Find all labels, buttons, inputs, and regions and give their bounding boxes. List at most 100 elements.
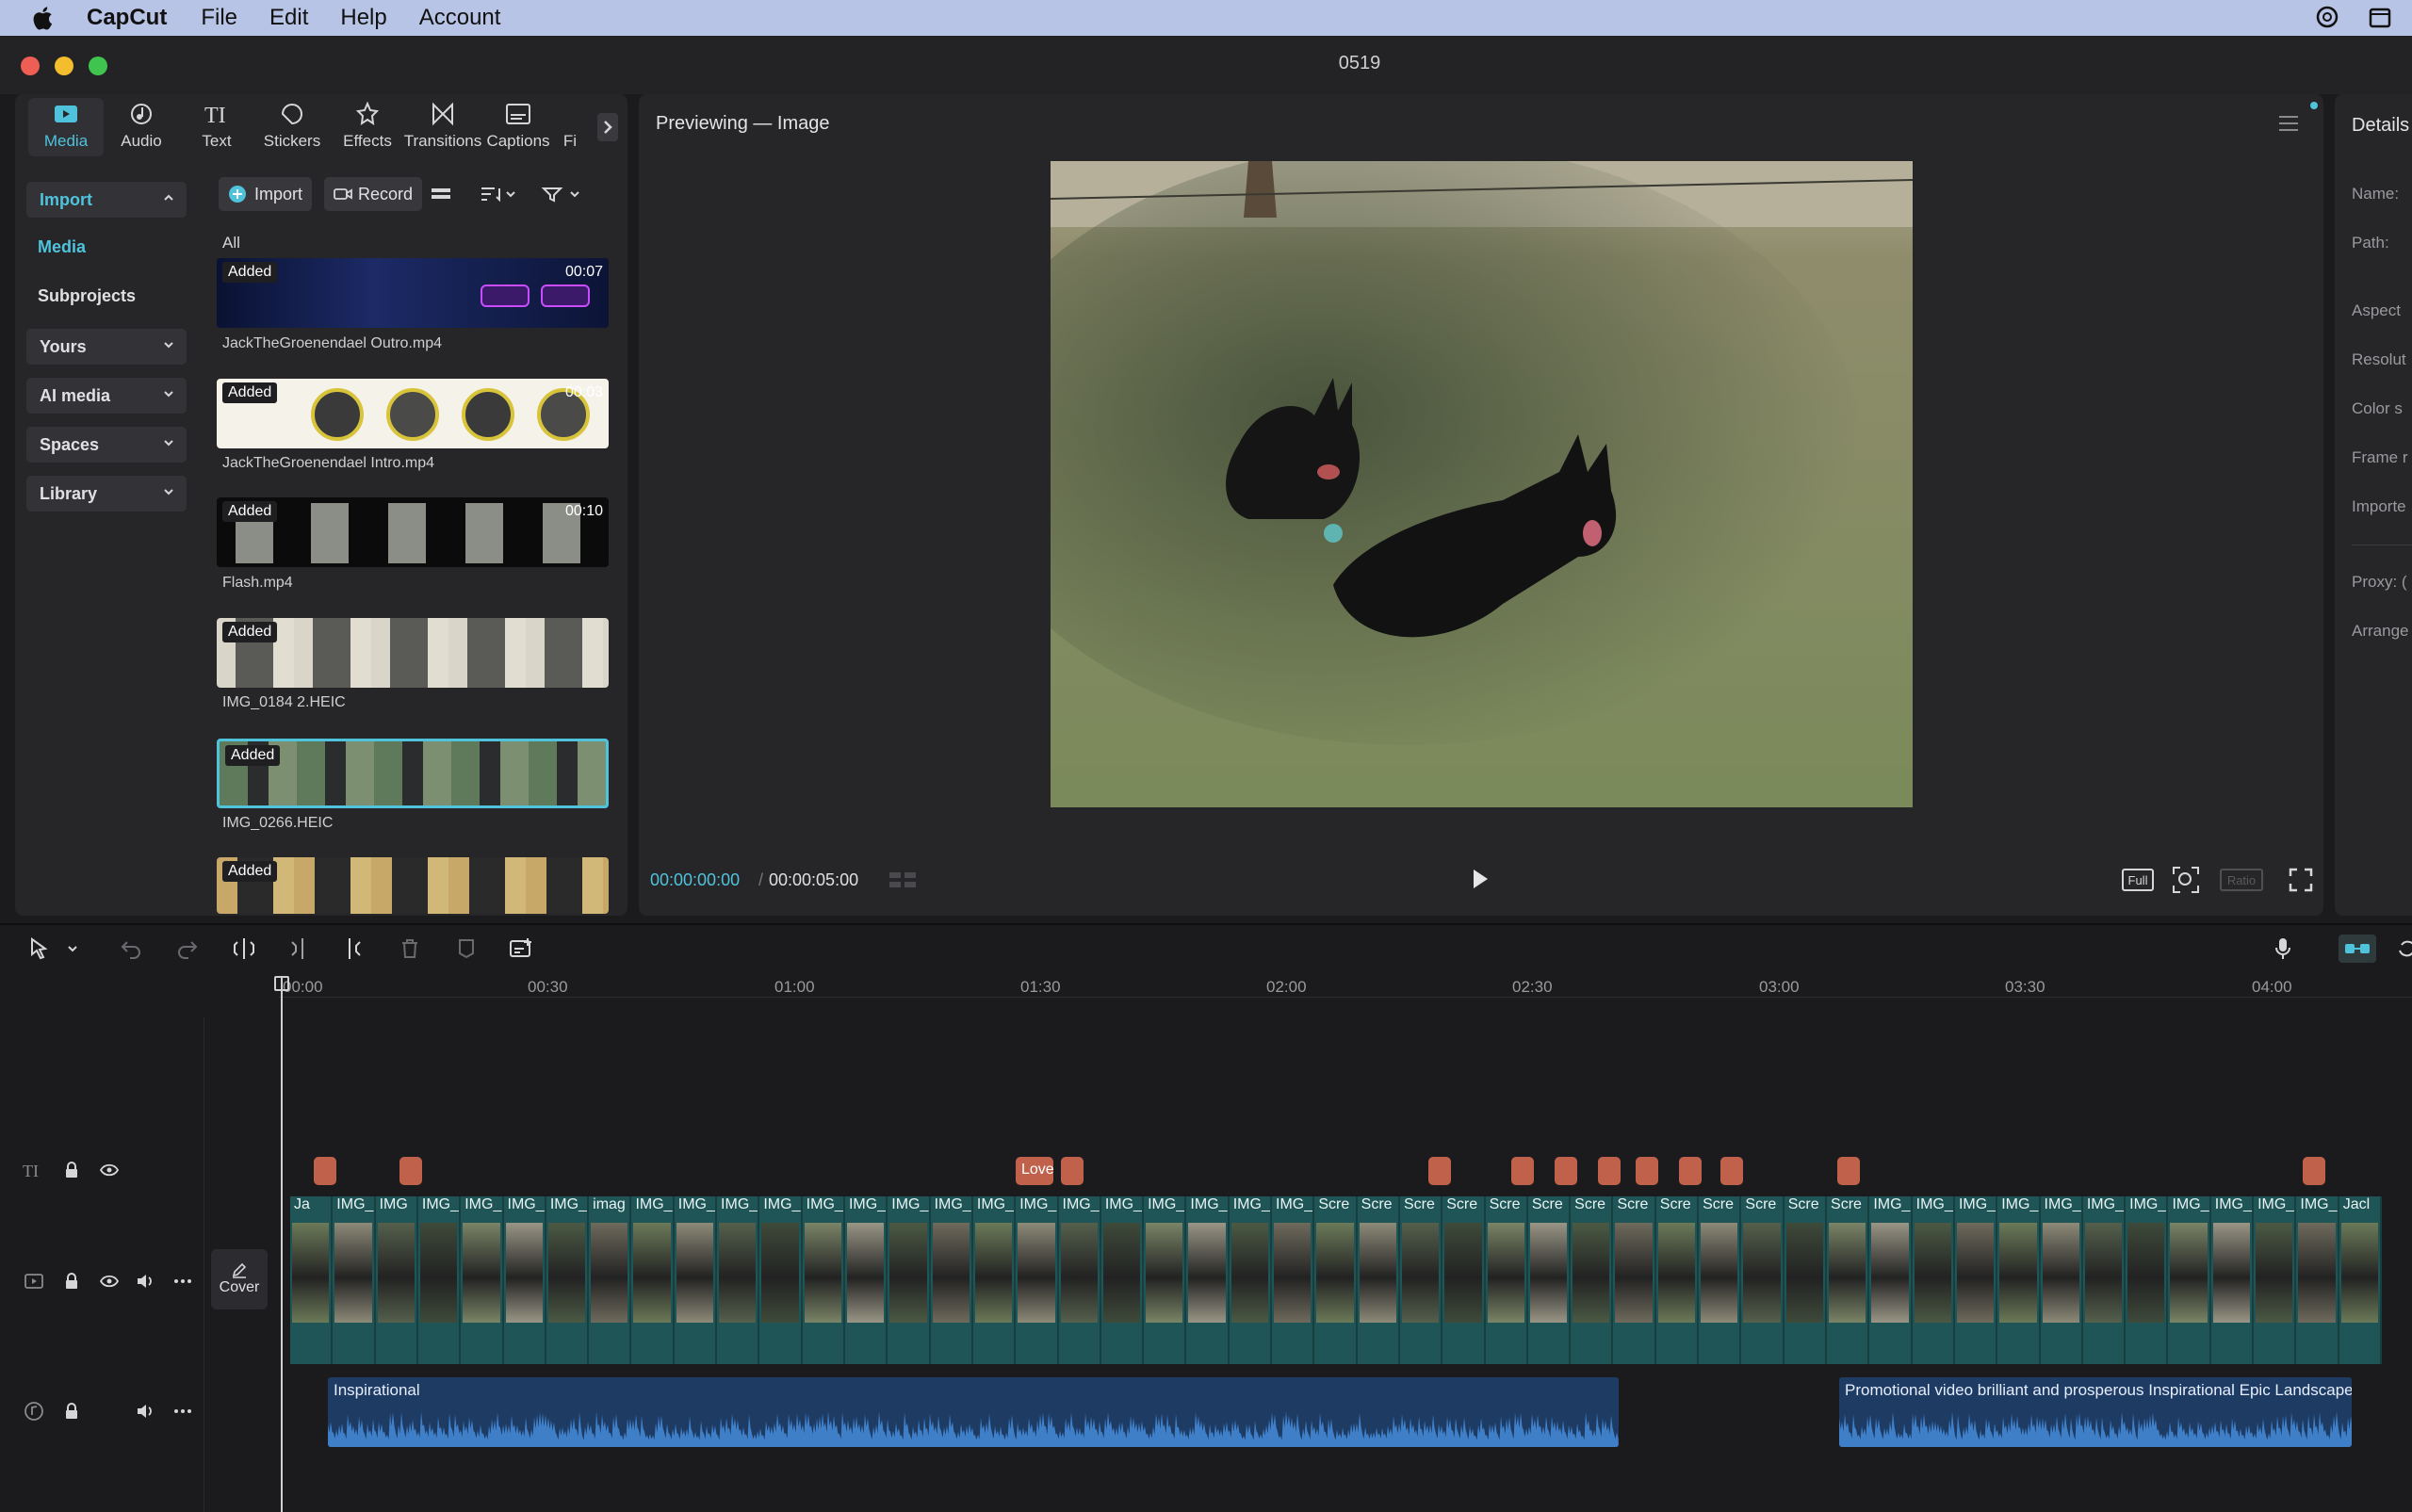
- media-nav[interactable]: Media: [38, 237, 86, 257]
- openai-icon[interactable]: [2314, 4, 2340, 37]
- video-clip[interactable]: IMG_: [503, 1196, 546, 1364]
- video-clip[interactable]: IMG_: [1997, 1196, 2041, 1364]
- playhead-handle[interactable]: [274, 976, 289, 991]
- text-clip[interactable]: [1679, 1157, 1702, 1185]
- video-clip[interactable]: IMG_: [759, 1196, 803, 1364]
- import-button[interactable]: Import: [219, 177, 313, 211]
- apple-icon[interactable]: [26, 2, 58, 34]
- audio-clip[interactable]: Inspirational: [328, 1377, 1619, 1447]
- eye-icon[interactable]: [96, 1157, 122, 1183]
- text-clip[interactable]: [1061, 1157, 1084, 1185]
- video-clip[interactable]: IMG_: [1272, 1196, 1315, 1364]
- lock-icon[interactable]: [58, 1398, 85, 1424]
- video-clip[interactable]: IMG_: [844, 1196, 888, 1364]
- video-clip[interactable]: IMG_: [1186, 1196, 1230, 1364]
- tabs-more-button[interactable]: [597, 113, 618, 141]
- video-clip[interactable]: Scre: [1485, 1196, 1528, 1364]
- list-view-icon[interactable]: [430, 185, 452, 208]
- calendar-icon[interactable]: [2367, 4, 2393, 37]
- video-clip[interactable]: IMG_0: [333, 1196, 376, 1364]
- ai-media-nav[interactable]: AI media: [26, 378, 187, 414]
- video-clip[interactable]: IMG_: [972, 1196, 1017, 1364]
- media-item[interactable]: Added 00:03: [217, 379, 609, 448]
- sort-icon[interactable]: [479, 185, 516, 208]
- record-button[interactable]: Record: [324, 177, 423, 211]
- spaces-nav[interactable]: Spaces: [26, 427, 187, 463]
- yours-nav[interactable]: Yours: [26, 329, 187, 365]
- text-clip[interactable]: [399, 1157, 422, 1185]
- video-clip[interactable]: IMG_: [1100, 1196, 1145, 1364]
- video-clip[interactable]: IMG_: [417, 1196, 462, 1364]
- video-clip[interactable]: IMG_: [888, 1196, 931, 1364]
- video-clip[interactable]: Ja: [290, 1196, 334, 1364]
- text-clip[interactable]: [1598, 1157, 1621, 1185]
- more-icon[interactable]: [170, 1268, 196, 1294]
- text-clip[interactable]: [1636, 1157, 1658, 1185]
- video-clip[interactable]: IMG_: [2082, 1196, 2127, 1364]
- video-clip[interactable]: IMG: [375, 1196, 418, 1364]
- text-clip[interactable]: [314, 1157, 336, 1185]
- tab-stickers[interactable]: Stickers: [254, 98, 330, 156]
- video-clip[interactable]: Jacl: [2339, 1196, 2382, 1364]
- video-clip[interactable]: Scre: [1699, 1196, 1742, 1364]
- video-clip[interactable]: Scre: [1314, 1196, 1358, 1364]
- cover-button[interactable]: Cover: [211, 1249, 268, 1309]
- trim-left-icon[interactable]: [285, 935, 313, 963]
- tab-audio[interactable]: Audio: [104, 98, 179, 156]
- tab-transitions[interactable]: Transitions: [404, 98, 481, 156]
- edit-menu[interactable]: Edit: [269, 5, 308, 31]
- video-clip[interactable]: IMG_: [631, 1196, 675, 1364]
- media-filter-all[interactable]: All: [222, 234, 240, 252]
- video-clip[interactable]: IMG_: [546, 1196, 590, 1364]
- subprojects-nav[interactable]: Subprojects: [38, 286, 136, 306]
- zoom-fit-icon[interactable]: [2171, 865, 2201, 900]
- account-menu[interactable]: Account: [419, 5, 501, 31]
- media-item[interactable]: Added 00:10: [217, 497, 609, 567]
- video-clip[interactable]: Scre: [1399, 1196, 1443, 1364]
- video-clip[interactable]: IMG_: [1058, 1196, 1101, 1364]
- tab-filters[interactable]: Fi: [556, 98, 584, 156]
- video-clip[interactable]: Scre: [1741, 1196, 1785, 1364]
- video-clip[interactable]: IMG_: [2254, 1196, 2297, 1364]
- video-clip[interactable]: IMG_: [802, 1196, 845, 1364]
- audio-clip[interactable]: Promotional video brilliant and prospero…: [1839, 1377, 2352, 1447]
- video-clip[interactable]: IMG_: [2126, 1196, 2169, 1364]
- file-menu[interactable]: File: [201, 5, 237, 31]
- video-clip[interactable]: IMG_0: [1869, 1196, 1913, 1364]
- select-tool-icon[interactable]: [24, 935, 53, 963]
- video-clip[interactable]: Scre: [1357, 1196, 1400, 1364]
- video-clip[interactable]: IMG_: [930, 1196, 973, 1364]
- text-clip[interactable]: [1428, 1157, 1451, 1185]
- waveform-toggle-icon[interactable]: [888, 869, 920, 898]
- video-clip[interactable]: IMG_: [461, 1196, 504, 1364]
- tab-effects[interactable]: Effects: [330, 98, 405, 156]
- help-menu[interactable]: Help: [340, 5, 386, 31]
- app-menu[interactable]: CapCut: [87, 5, 167, 31]
- video-clip[interactable]: Scre: [1571, 1196, 1614, 1364]
- video-clip[interactable]: IMG_: [2210, 1196, 2255, 1364]
- text-clip[interactable]: [2303, 1157, 2325, 1185]
- full-quality-button[interactable]: Full: [2122, 869, 2154, 891]
- media-item-selected[interactable]: Added: [217, 739, 609, 808]
- video-clip[interactable]: Scre: [1527, 1196, 1572, 1364]
- delete-icon[interactable]: [396, 935, 424, 963]
- chevron-down-icon[interactable]: [58, 935, 87, 963]
- video-clip[interactable]: IMG_: [2296, 1196, 2339, 1364]
- video-clip[interactable]: IMG_: [1229, 1196, 1273, 1364]
- video-clip[interactable]: IMG_: [717, 1196, 760, 1364]
- redo-icon[interactable]: [173, 935, 202, 963]
- video-clip[interactable]: Scre: [1442, 1196, 1486, 1364]
- more-icon[interactable]: [170, 1398, 196, 1424]
- tab-text[interactable]: TI Text: [179, 98, 254, 156]
- magnet-link-icon[interactable]: [2339, 935, 2376, 963]
- text-clip[interactable]: [1555, 1157, 1577, 1185]
- media-item[interactable]: Added: [217, 857, 609, 914]
- split-icon[interactable]: [230, 935, 258, 963]
- tab-media[interactable]: Media: [28, 98, 104, 156]
- media-item[interactable]: Added 00:07: [217, 258, 609, 328]
- lock-icon[interactable]: [58, 1268, 85, 1294]
- text-clip[interactable]: [1720, 1157, 1743, 1185]
- volume-icon[interactable]: [132, 1268, 158, 1294]
- video-clip[interactable]: Scre: [1613, 1196, 1656, 1364]
- volume-icon[interactable]: [132, 1398, 158, 1424]
